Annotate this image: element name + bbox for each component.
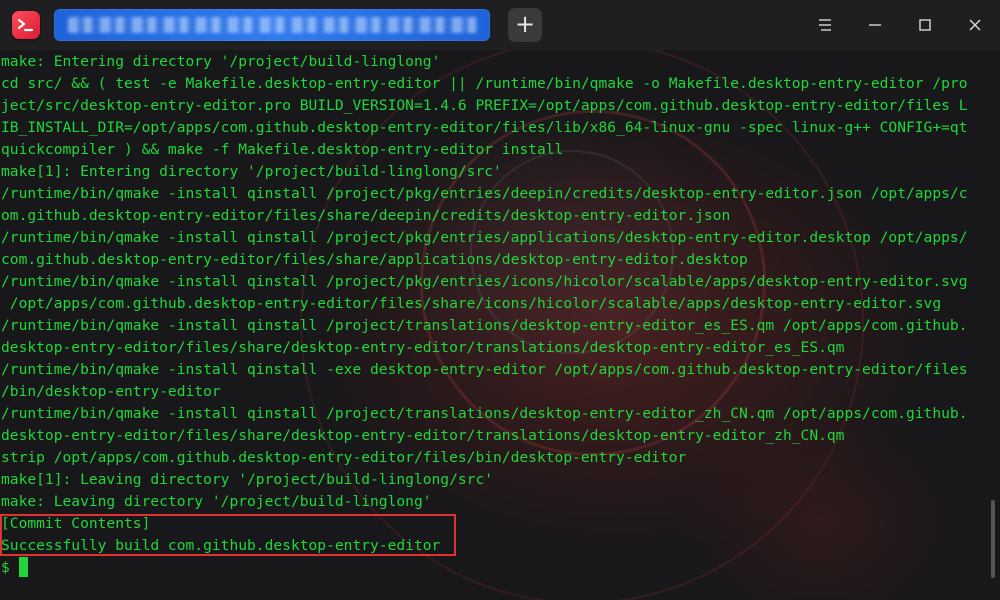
terminal-line: desktop-entry-editor/files/share/desktop… [1,339,845,356]
terminal-line: make[1]: Leaving directory '/project/bui… [1,471,494,488]
terminal-line: /runtime/bin/qmake -install qinstall /pr… [1,405,968,422]
terminal-line: desktop-entry-editor/files/share/desktop… [1,427,845,444]
terminal-line: ject/src/desktop-entry-editor.pro BUILD_… [1,97,968,114]
terminal-line: /runtime/bin/qmake -install qinstall /pr… [1,273,968,290]
terminal-line: com.github.desktop-entry-editor/files/sh… [1,251,748,268]
close-button[interactable] [960,10,990,40]
terminal-line: make: Entering directory '/project/build… [1,53,441,70]
terminal-cursor [19,557,28,577]
terminal-line: /bin/desktop-entry-editor [1,383,221,400]
close-icon [969,19,981,31]
tab-title-blurred [68,17,478,33]
minimize-button[interactable] [860,10,890,40]
highlight-annotation-box [0,514,456,556]
menu-button[interactable] [810,10,840,40]
shell-prompt: $ [1,559,19,576]
vertical-scrollbar[interactable] [991,500,995,578]
terminal-line: /runtime/bin/qmake -install qinstall /pr… [1,185,968,202]
terminal-line: make[1]: Entering directory '/project/bu… [1,163,502,180]
terminal-line: /runtime/bin/qmake -install qinstall -ex… [1,361,968,378]
terminal-app-icon [12,11,40,39]
terminal-line: strip /opt/apps/com.github.desktop-entry… [1,449,687,466]
terminal-line: make: Leaving directory '/project/build-… [1,493,432,510]
maximize-icon [919,19,931,31]
maximize-button[interactable] [910,10,940,40]
terminal-window: + make: Entering directory '/project/bui… [0,0,1000,600]
terminal-line: cd src/ && ( test -e Makefile.desktop-en… [1,75,968,92]
terminal-line: IB_INSTALL_DIR=/opt/apps/com.github.desk… [1,119,968,136]
menu-icon [819,19,831,31]
terminal-line: /opt/apps/com.github.desktop-entry-edito… [1,295,942,312]
terminal-tab[interactable] [54,9,490,41]
terminal-output[interactable]: make: Entering directory '/project/build… [0,50,988,600]
terminal-line: om.github.desktop-entry-editor/files/sha… [1,207,731,224]
terminal-line: quickcompiler ) && make -f Makefile.desk… [1,141,564,158]
add-tab-button[interactable]: + [508,8,542,42]
title-bar: + [0,0,1000,50]
minimize-icon [869,24,881,26]
terminal-line: /runtime/bin/qmake -install qinstall /pr… [1,317,968,334]
terminal-line: /runtime/bin/qmake -install qinstall /pr… [1,229,968,246]
